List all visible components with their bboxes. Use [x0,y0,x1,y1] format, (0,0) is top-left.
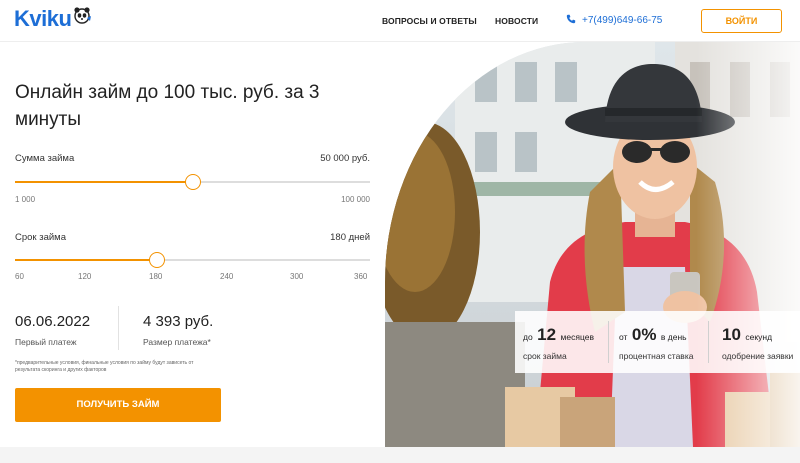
phone-number: +7(499)649-66-75 [582,15,663,26]
stat-rate-label: процентная ставка [619,351,694,361]
amount-max-label: 100 000 [341,195,370,204]
stat-separator [608,321,609,363]
payment-amount: 4 393 руб. [143,313,214,330]
login-button[interactable]: ВОЙТИ [701,9,782,33]
term-tick: 60 [15,272,24,281]
amount-value: 50 000 руб. [320,153,370,164]
stat-term-value: до 12 месяцев [523,325,594,344]
stat-approval-label: одобрение заявки [722,351,794,361]
nav-faq-link[interactable]: ВОПРОСЫ И ОТВЕТЫ [382,16,477,26]
amount-min-label: 1 000 [15,195,36,204]
amount-label: Сумма займа [15,153,75,164]
term-label: Срок займа [15,232,66,243]
bottom-band [0,447,800,463]
stat-rate-value: от 0% в день [619,325,687,344]
term-slider-fill [15,259,157,261]
logo[interactable]: Kviku [14,6,92,32]
amount-slider-fill [15,181,193,183]
term-tick: 180 [149,272,163,281]
nav-news-link[interactable]: НОВОСТИ [495,16,538,26]
term-tick: 240 [220,272,234,281]
stat-separator [708,321,709,363]
get-loan-button[interactable]: ПОЛУЧИТЬ ЗАЙМ [15,388,221,422]
stat-approval-value: 10 секунд [722,325,773,344]
disclaimer-text: *предварительные условия, финальные усло… [15,360,194,373]
phone-link[interactable]: +7(499)649-66-75 [566,14,662,27]
payment-amount-label: Размер платежа* [143,337,211,347]
first-payment-label: Первый платеж [15,337,77,347]
amount-slider-handle[interactable] [184,174,201,190]
hero-photo [385,42,800,447]
stats-panel: до 12 месяцев срок займа от 0% в день пр… [515,311,800,373]
term-tick: 120 [78,272,92,281]
term-slider-handle[interactable] [149,252,165,268]
stat-term-label: срок займа [523,351,567,361]
header: Kviku ВОПРОСЫ И ОТВЕТЫ НОВОСТИ +7(499)64… [0,0,800,42]
term-slider-track[interactable] [15,259,370,261]
result-divider [118,306,119,350]
term-tick: 360 [354,272,368,281]
panda-icon [72,5,92,30]
term-tick: 300 [290,272,304,281]
phone-icon [566,14,576,27]
page-title: Онлайн займ до 100 тыс. руб. за 3 минуты [15,82,320,130]
term-value: 180 дней [330,232,370,243]
first-payment-date: 06.06.2022 [15,313,91,330]
logo-text: Kviku [14,6,72,31]
